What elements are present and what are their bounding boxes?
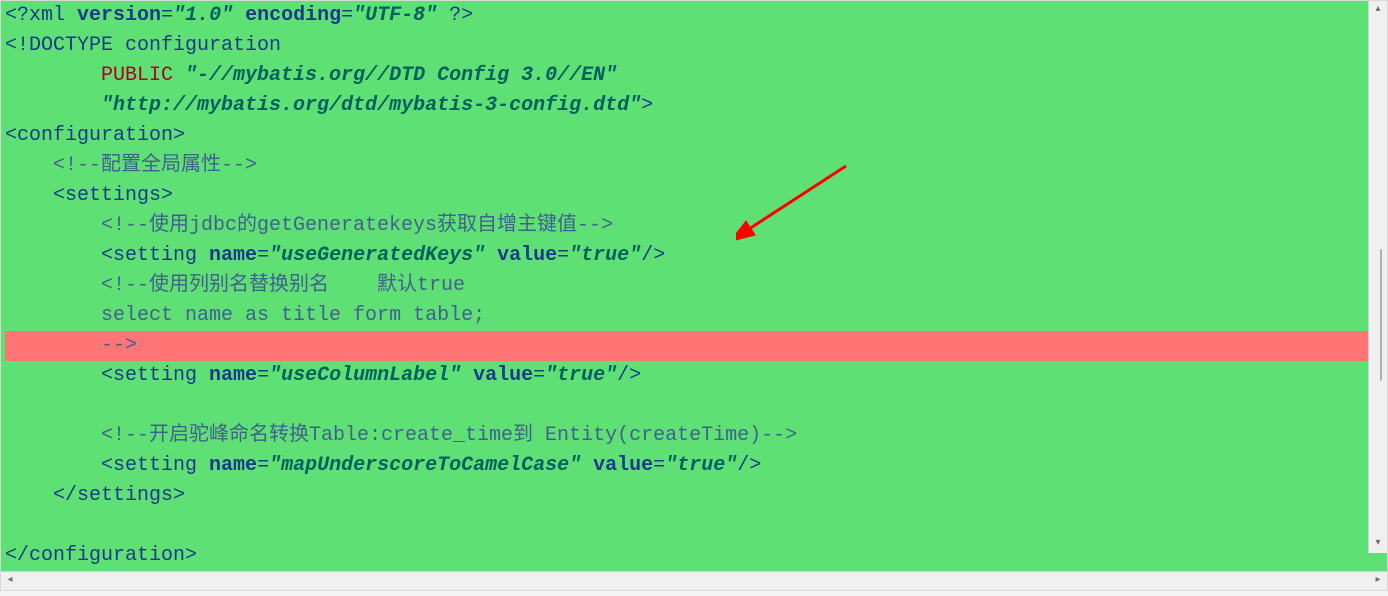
scroll-right-icon[interactable]: ▸ bbox=[1369, 572, 1387, 590]
code-token: "true" bbox=[569, 244, 641, 267]
code-token: name bbox=[209, 364, 257, 387]
code-line: <?xml version="1.0" encoding="UTF-8" ?> bbox=[5, 1, 1383, 31]
code-token: <!--使用jdbc的getGeneratekeys获取自增主键值--> bbox=[101, 214, 613, 237]
code-token: setting bbox=[113, 244, 209, 267]
code-token: xml bbox=[29, 4, 77, 27]
code-token: = bbox=[557, 244, 569, 267]
code-token: "mapUnderscoreToCamelCase" bbox=[269, 454, 581, 477]
code-line: <!--使用jdbc的getGeneratekeys获取自增主键值--> bbox=[5, 211, 1383, 241]
code-token: < bbox=[101, 454, 113, 477]
code-token: <!--配置全局属性--> bbox=[53, 154, 257, 177]
code-token: /> bbox=[641, 244, 665, 267]
code-token bbox=[485, 244, 497, 267]
code-token: "true" bbox=[665, 454, 737, 477]
code-token: "true" bbox=[545, 364, 617, 387]
code-token: value bbox=[497, 244, 557, 267]
horizontal-scrollbar[interactable]: ◂ ▸ bbox=[1, 571, 1387, 590]
code-line: --> bbox=[5, 331, 1383, 361]
code-token bbox=[461, 364, 473, 387]
code-line: "http://mybatis.org/dtd/mybatis-3-config… bbox=[5, 91, 1383, 121]
code-token: "UTF-8" bbox=[353, 4, 437, 27]
scroll-thumb[interactable] bbox=[1380, 249, 1382, 381]
code-token: = bbox=[653, 454, 665, 477]
code-token: /> bbox=[617, 364, 641, 387]
code-token: setting bbox=[113, 364, 209, 387]
code-line: </settings> bbox=[5, 481, 1383, 511]
code-token: select name as title form table; bbox=[101, 304, 485, 327]
code-token: < bbox=[101, 364, 113, 387]
code-line: <setting name="useColumnLabel" value="tr… bbox=[5, 361, 1383, 391]
code-token: value bbox=[593, 454, 653, 477]
code-token: </ bbox=[53, 484, 77, 507]
code-line: <!DOCTYPE configuration bbox=[5, 31, 1383, 61]
code-token: > bbox=[185, 544, 197, 567]
code-wrap: <?xml version="1.0" encoding="UTF-8" ?><… bbox=[1, 1, 1387, 571]
code-line: <configuration> bbox=[5, 121, 1383, 151]
code-line: <settings> bbox=[5, 181, 1383, 211]
code-line: select name as title form table; bbox=[5, 301, 1383, 331]
code-token: name bbox=[209, 244, 257, 267]
code-token: ?> bbox=[449, 4, 473, 27]
code-token: > bbox=[173, 124, 185, 147]
code-token: value bbox=[473, 364, 533, 387]
code-editor[interactable]: <?xml version="1.0" encoding="UTF-8" ?><… bbox=[1, 1, 1387, 571]
vertical-scrollbar[interactable]: ▴ ▾ bbox=[1368, 1, 1387, 553]
code-token: < bbox=[53, 184, 65, 207]
code-token: = bbox=[257, 364, 269, 387]
code-token: = bbox=[341, 4, 353, 27]
code-token: < bbox=[101, 244, 113, 267]
code-token bbox=[437, 4, 449, 27]
code-line: <!--配置全局属性--> bbox=[5, 151, 1383, 181]
scroll-up-icon[interactable]: ▴ bbox=[1369, 1, 1387, 19]
code-token: "useColumnLabel" bbox=[269, 364, 461, 387]
editor-window: <?xml version="1.0" encoding="UTF-8" ?><… bbox=[0, 0, 1388, 591]
code-token: "-//mybatis.org//DTD Config 3.0//EN" bbox=[185, 64, 617, 87]
code-token: <!--开启驼峰命名转换Table:create_time到 Entity(cr… bbox=[101, 424, 797, 447]
code-token: version bbox=[77, 4, 161, 27]
code-token: "1.0" bbox=[173, 4, 233, 27]
code-token: <!DOCTYPE configuration bbox=[5, 34, 281, 57]
code-line: PUBLIC "-//mybatis.org//DTD Config 3.0//… bbox=[5, 61, 1383, 91]
code-token: <!--使用列别名替换别名 默认true bbox=[101, 274, 465, 297]
code-token: = bbox=[257, 454, 269, 477]
code-token: < bbox=[5, 124, 17, 147]
code-token bbox=[233, 4, 245, 27]
code-token: "http://mybatis.org/dtd/mybatis-3-config… bbox=[101, 94, 641, 117]
code-token: = bbox=[161, 4, 173, 27]
code-token: "useGeneratedKeys" bbox=[269, 244, 485, 267]
code-line: <!--开启驼峰命名转换Table:create_time到 Entity(cr… bbox=[5, 421, 1383, 451]
code-token: settings bbox=[65, 184, 161, 207]
scroll-left-icon[interactable]: ◂ bbox=[1, 572, 19, 590]
code-token: = bbox=[533, 364, 545, 387]
scroll-down-icon[interactable]: ▾ bbox=[1369, 535, 1387, 553]
code-token: > bbox=[161, 184, 173, 207]
code-token: setting bbox=[113, 454, 209, 477]
code-token: > bbox=[641, 94, 653, 117]
code-token: encoding bbox=[245, 4, 341, 27]
code-token: PUBLIC bbox=[101, 64, 185, 87]
code-token: --> bbox=[101, 334, 137, 357]
code-token: </ bbox=[5, 544, 29, 567]
code-token: settings bbox=[77, 484, 173, 507]
code-line: <setting name="mapUnderscoreToCamelCase"… bbox=[5, 451, 1383, 481]
code-token: > bbox=[173, 484, 185, 507]
code-token: configuration bbox=[29, 544, 185, 567]
code-line: <!--使用列别名替换别名 默认true bbox=[5, 271, 1383, 301]
code-token: configuration bbox=[17, 124, 173, 147]
code-line bbox=[5, 511, 1383, 541]
code-token bbox=[581, 454, 593, 477]
code-token: name bbox=[209, 454, 257, 477]
code-token: = bbox=[257, 244, 269, 267]
code-line bbox=[5, 391, 1383, 421]
code-token: <? bbox=[5, 4, 29, 27]
code-line: </configuration> bbox=[5, 541, 1383, 571]
code-line: <setting name="useGeneratedKeys" value="… bbox=[5, 241, 1383, 271]
code-token: /> bbox=[737, 454, 761, 477]
